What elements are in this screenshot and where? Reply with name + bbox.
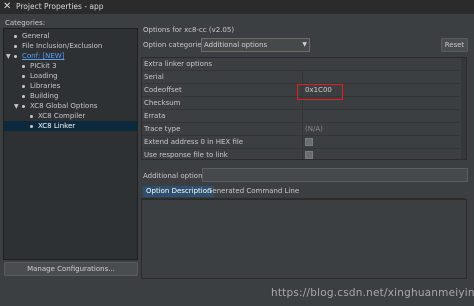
grid-scrollbar[interactable] [461,58,466,159]
tree-item-general[interactable]: General [14,31,50,41]
tree-item-libraries[interactable]: Libraries [22,81,60,91]
extend-address-checkbox[interactable] [305,138,313,146]
title-bar: ✕ Project Properties - app [0,0,474,14]
bullet-icon [22,94,25,98]
grid-row[interactable]: Extend address 0 in HEX file [142,136,460,149]
tree-item-building[interactable]: Building [22,91,58,101]
additional-options-label: Additional options: [143,172,209,180]
description-panel [141,199,467,279]
grid-row[interactable]: Trace type (N/A) [142,123,460,136]
tree-item-label: Loading [30,72,58,80]
tree-item-label: Libraries [30,82,61,90]
reset-button[interactable]: Reset [441,38,468,52]
grid-value-cell[interactable] [302,71,461,83]
tree-item-label: XC8 Linker [38,122,76,130]
grid-value-cell [302,136,461,148]
tree-item-xc8-compiler[interactable]: XC8 Compiler [30,111,85,121]
bullet-icon [22,84,25,88]
tree-item-file-inclusion[interactable]: File Inclusion/Exclusion [14,41,102,51]
options-header: Options for xc8-cc (v2.05) [143,26,235,34]
bullet-icon [30,124,33,128]
grid-row[interactable]: Errata [142,110,460,123]
app-icon: ✕ [3,1,12,12]
option-categories-select[interactable]: Additional options ▼ [201,38,310,52]
tree-item-label: Building [30,92,59,100]
bullet-icon [14,44,17,48]
additional-options-input[interactable] [202,168,468,182]
grid-row-name: Serial [144,73,164,81]
tree-item-loading[interactable]: Loading [22,71,58,81]
categories-tree: General File Inclusion/Exclusion ▼ Conf: … [3,28,138,260]
tree-item-xc8-linker[interactable]: XC8 Linker [4,121,137,131]
option-categories-label: Option categories: [143,41,208,49]
grid-row-name: Checksum [144,99,181,107]
grid-row-name: Extend address 0 in HEX file [144,138,244,146]
tab-generated-command-line[interactable]: Generated Command Line [204,186,302,197]
description-tabs: Option Description Generated Command Lin… [141,186,465,199]
bullet-icon [22,74,25,78]
tree-item-conf[interactable]: ▼ Conf: [NEW] [6,51,64,61]
grid-value-cell [302,149,461,159]
grid-row-name: Use response file to link [144,151,228,159]
grid-value-cell[interactable] [302,110,461,122]
grid-row[interactable]: Use response file to link [142,149,461,159]
use-response-file-checkbox[interactable] [305,151,313,159]
chevron-down-icon: ▼ [302,41,307,48]
bullet-icon [22,104,25,108]
watermark: https://blog.csdn.net/xinghuanmeiying [271,287,474,299]
bullet-icon [22,64,25,68]
expand-arrow-icon[interactable]: ▼ [14,102,22,112]
tree-item-label: File Inclusion/Exclusion [22,42,103,50]
manage-configurations-button[interactable]: Manage Configurations... [4,262,138,276]
categories-label: Categories: [5,19,46,27]
grid-row-name: Errata [144,112,166,120]
tree-item-pickit3[interactable]: PICkit 3 [22,61,57,71]
window-title: Project Properties - app [16,2,104,11]
tree-item-label: PICkit 3 [30,62,57,70]
tree-item-label: XC8 Compiler [38,112,86,120]
options-grid: Extra linker options Serial Codeoffset 0… [141,57,467,160]
tree-item-label: Conf: [NEW] [22,52,65,60]
grid-row[interactable]: Serial [142,71,460,84]
expand-arrow-icon[interactable]: ▼ [6,52,14,62]
grid-row-name: Trace type [144,125,181,133]
tree-item-label: General [22,32,50,40]
codeoffset-highlight-box [297,84,343,100]
bullet-icon [14,34,17,38]
grid-row-name: Codeoffset [144,86,182,94]
tree-item-xc8-global[interactable]: ▼ XC8 Global Options [14,101,97,111]
tree-item-label: XC8 Global Options [30,102,98,110]
grid-value-cell: (N/A) [302,123,461,135]
grid-row[interactable]: Extra linker options [142,58,460,71]
grid-row-name: Extra linker options [144,60,213,68]
bullet-icon [14,54,17,58]
select-value: Additional options [204,41,268,49]
grid-row-value: (N/A) [305,125,323,133]
bullet-icon [30,114,33,118]
